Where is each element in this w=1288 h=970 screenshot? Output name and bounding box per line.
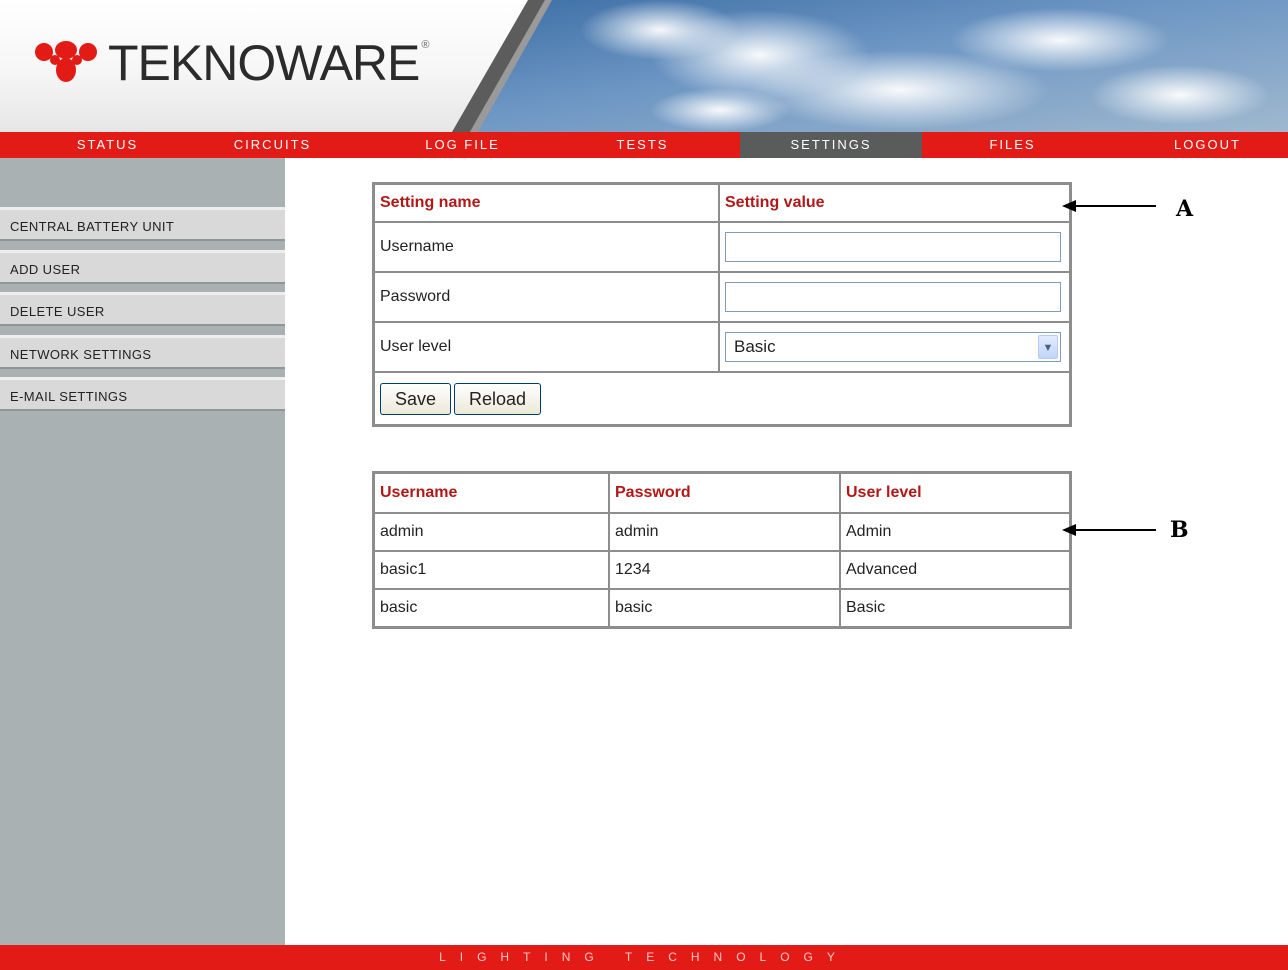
nav-settings[interactable]: SETTINGS (740, 132, 922, 158)
password-value-cell (719, 272, 1070, 322)
sidebar-item-add-user[interactable]: ADD USER (0, 250, 285, 284)
teknoware-logo: TEKNOWARE ® (30, 32, 430, 94)
cell-username: admin (374, 513, 609, 551)
user-level-selected-value: Basic (734, 337, 776, 356)
user-level-value-cell: Basic ▼ (719, 322, 1070, 372)
annotation-a-label: A (1176, 196, 1194, 222)
user-level-select[interactable]: Basic ▼ (725, 332, 1061, 362)
header-setting-name: Setting name (374, 184, 719, 222)
cell-username: basic (374, 589, 609, 627)
chevron-down-icon[interactable]: ▼ (1038, 335, 1058, 359)
nav-circuits[interactable]: CIRCUITS (205, 132, 340, 158)
arrow-b-line (1074, 529, 1156, 531)
footer-tagline: LIGHTING TECHNOLOGY (439, 950, 849, 964)
header-password: Password (609, 473, 840, 513)
header-setting-value: Setting value (719, 184, 1070, 222)
arrow-a-line (1074, 205, 1156, 207)
user-level-label: User level (374, 322, 719, 372)
cell-user-level: Basic (840, 589, 1070, 627)
table-row[interactable]: admin admin Admin (374, 513, 1070, 551)
table-row[interactable]: basic1 1234 Advanced (374, 551, 1070, 589)
form-buttons-cell: Save Reload (374, 372, 1070, 425)
top-navigation: STATUS CIRCUITS LOG FILE TESTS SETTINGS … (0, 132, 1288, 158)
cell-user-level: Advanced (840, 551, 1070, 589)
brand-name: TEKNOWARE (108, 35, 420, 91)
header-username: Username (374, 473, 609, 513)
nav-logout[interactable]: LOGOUT (1140, 132, 1275, 158)
header-username-label: Username (380, 484, 458, 501)
username-label: Username (374, 222, 719, 272)
nav-files[interactable]: FILES (945, 132, 1080, 158)
annotation-b-label: B (1170, 517, 1189, 543)
password-input[interactable] (725, 282, 1061, 312)
registered-mark: ® (421, 39, 430, 51)
user-settings-form: Setting name Setting value Username Pass… (372, 182, 1072, 427)
header-setting-name-label: Setting name (380, 194, 481, 211)
user-level-row: User level Basic ▼ (374, 322, 1070, 372)
header-setting-value-label: Setting value (725, 194, 825, 211)
cell-user-level: Admin (840, 513, 1070, 551)
header-user-level-label: User level (846, 484, 922, 501)
sidebar-item-delete-user[interactable]: DELETE USER (0, 292, 285, 326)
username-input[interactable] (725, 232, 1061, 262)
form-buttons-row: Save Reload (374, 372, 1070, 425)
nav-status[interactable]: STATUS (40, 132, 175, 158)
sidebar: CENTRAL BATTERY UNIT ADD USER DELETE USE… (0, 158, 285, 945)
sidebar-item-network-settings[interactable]: NETWORK SETTINGS (0, 335, 285, 369)
table-header-row: Username Password User level (374, 473, 1070, 513)
header-banner: TEKNOWARE ® (0, 0, 1288, 132)
header-user-level: User level (840, 473, 1070, 513)
cell-username: basic1 (374, 551, 609, 589)
username-value-cell (719, 222, 1070, 272)
save-button[interactable]: Save (380, 382, 452, 415)
cell-password: admin (609, 513, 840, 551)
cell-password: 1234 (609, 551, 840, 589)
table-row[interactable]: basic basic Basic (374, 589, 1070, 627)
logo-mark-icon (35, 41, 97, 82)
table-header-row: Setting name Setting value (374, 184, 1070, 222)
password-label: Password (374, 272, 719, 322)
nav-log-file[interactable]: LOG FILE (395, 132, 530, 158)
sidebar-item-email-settings[interactable]: E-MAIL SETTINGS (0, 377, 285, 411)
footer-bar: LIGHTING TECHNOLOGY (0, 945, 1288, 970)
nav-tests[interactable]: TESTS (575, 132, 710, 158)
reload-button[interactable]: Reload (454, 382, 542, 415)
users-table: Username Password User level admin admin… (372, 471, 1072, 629)
username-row: Username (374, 222, 1070, 272)
password-row: Password (374, 272, 1070, 322)
header-password-label: Password (615, 484, 691, 501)
cell-password: basic (609, 589, 840, 627)
sidebar-item-central-battery-unit[interactable]: CENTRAL BATTERY UNIT (0, 207, 285, 241)
